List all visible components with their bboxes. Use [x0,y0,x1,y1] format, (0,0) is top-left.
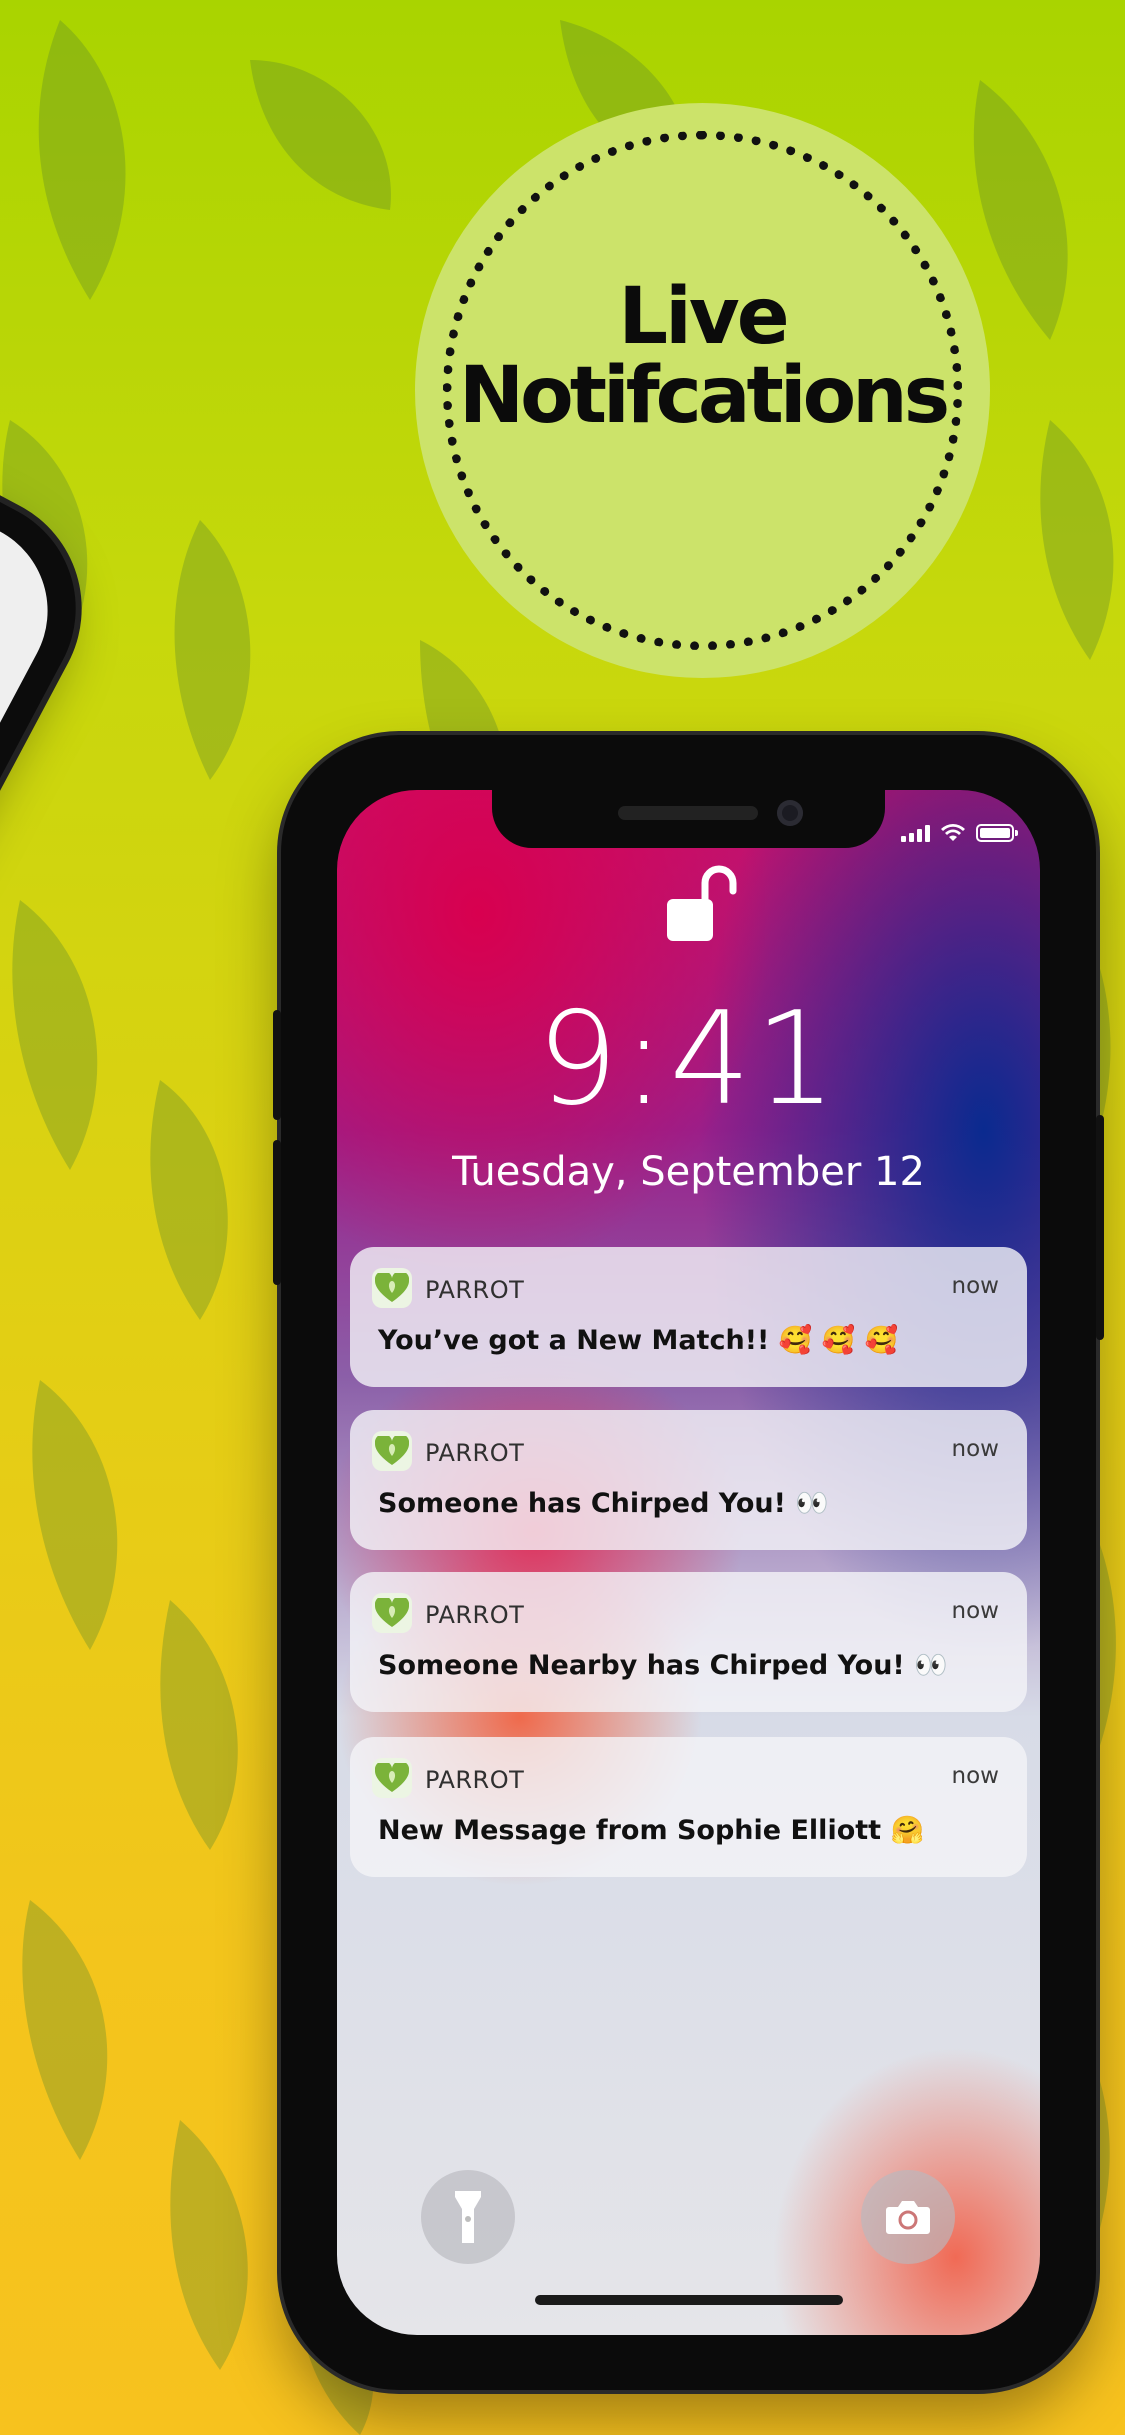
volume-button [273,1140,281,1285]
parrot-app-icon [372,1431,412,1471]
lock-screen-time: 9:41 [536,985,841,1134]
notification-app-name: PARROT [425,1766,525,1794]
lock-screen: 9:41 Tuesday, September 12 PARROT now Yo… [337,790,1040,2335]
notification-card[interactable]: PARROT now New Message from Sophie Ellio… [350,1737,1027,1877]
camera-icon [886,2201,930,2234]
camera-button[interactable] [861,2170,955,2264]
parrot-app-icon [372,1268,412,1308]
live-notifications-badge: Live Notifcations [415,103,990,678]
notification-card[interactable]: PARROT now Someone has Chirped You! 👀 [350,1410,1027,1550]
speaker-grille [618,806,758,820]
notification-card[interactable]: PARROT now Someone Nearby has Chirped Yo… [350,1572,1027,1712]
notification-time: now [951,1273,999,1299]
badge-title-line2: Notifcations [458,351,950,441]
parrot-app-icon [372,1593,412,1633]
notification-message: Someone has Chirped You! 👀 [378,1488,829,1519]
phone-mockup: 9:41 Tuesday, September 12 PARROT now Yo… [273,735,1104,2390]
notification-app-name: PARROT [425,1439,525,1467]
flashlight-icon [455,2191,481,2243]
badge-title: Live Notifcations [415,278,990,436]
notification-message: Someone Nearby has Chirped You! 👀 [378,1650,948,1681]
notification-app-name: PARROT [425,1601,525,1629]
notification-app-name: PARROT [425,1276,525,1304]
front-camera [777,800,803,826]
status-bar [901,822,1018,844]
home-indicator[interactable] [535,2295,843,2305]
notification-message: New Message from Sophie Elliott 🤗 [378,1815,925,1846]
phone-notch [492,790,885,848]
notification-time: now [951,1598,999,1624]
notification-time: now [951,1763,999,1789]
unlocked-padlock-icon [667,865,737,941]
battery-icon [976,824,1018,842]
signal-icon [901,824,930,842]
flashlight-button[interactable] [421,2170,515,2264]
silent-switch [273,1010,281,1120]
wifi-icon [941,824,965,841]
badge-title-line1: Live [618,272,789,362]
notification-card[interactable]: PARROT now You’ve got a New Match!! 🥰 🥰 … [350,1247,1027,1387]
notification-time: now [951,1436,999,1462]
lock-screen-date: Tuesday, September 12 [452,1149,925,1195]
parrot-app-icon [372,1758,412,1798]
power-button [1096,1115,1104,1340]
notification-message: You’ve got a New Match!! 🥰 🥰 🥰 [378,1325,899,1356]
